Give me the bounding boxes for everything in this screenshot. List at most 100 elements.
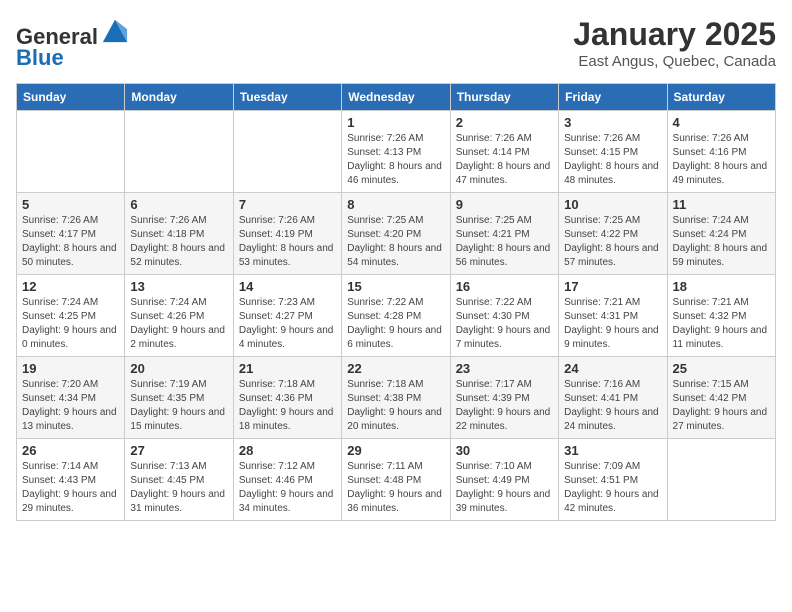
weekday-header: Thursday <box>450 84 558 111</box>
calendar-cell: 26Sunrise: 7:14 AM Sunset: 4:43 PM Dayli… <box>17 439 125 521</box>
day-number: 17 <box>564 279 661 294</box>
logo: General Blue <box>16 16 129 71</box>
weekday-header: Monday <box>125 84 233 111</box>
day-detail: Sunrise: 7:22 AM Sunset: 4:30 PM Dayligh… <box>456 296 553 352</box>
day-number: 28 <box>239 443 336 458</box>
day-detail: Sunrise: 7:15 AM Sunset: 4:42 PM Dayligh… <box>673 378 770 434</box>
day-number: 4 <box>673 115 770 130</box>
day-number: 8 <box>347 197 444 212</box>
day-detail: Sunrise: 7:23 AM Sunset: 4:27 PM Dayligh… <box>239 296 336 352</box>
calendar-cell: 12 Sunrise: 7:24 AM Sunset: 4:25 PM Dayli… <box>17 275 125 357</box>
page-title: January 2025 <box>573 16 776 53</box>
calendar-week-row: 12 Sunrise: 7:24 AM Sunset: 4:25 PM Dayli… <box>17 275 776 357</box>
day-number: 12 <box>22 279 119 294</box>
weekday-header: Saturday <box>667 84 775 111</box>
calendar-cell <box>667 439 775 521</box>
title-block: January 2025 East Angus, Quebec, Canada <box>573 16 776 70</box>
calendar-cell: 30Sunrise: 7:10 AM Sunset: 4:49 PM Dayli… <box>450 439 558 521</box>
day-number: 15 <box>347 279 444 294</box>
day-number: 7 <box>239 197 336 212</box>
calendar-table: SundayMondayTuesdayWednesdayThursdayFrid… <box>16 83 776 521</box>
day-number: 13 <box>130 279 227 294</box>
day-detail: Sunrise: 7:21 AM Sunset: 4:32 PM Dayligh… <box>673 296 770 352</box>
calendar-cell: 27Sunrise: 7:13 AM Sunset: 4:45 PM Dayli… <box>125 439 233 521</box>
day-number: 3 <box>564 115 661 130</box>
weekday-header: Wednesday <box>342 84 450 111</box>
day-detail: Sunrise: 7:19 AM Sunset: 4:35 PM Dayligh… <box>130 378 227 434</box>
weekday-header: Sunday <box>17 84 125 111</box>
day-number: 20 <box>130 361 227 376</box>
calendar-week-row: 1Sunrise: 7:26 AM Sunset: 4:13 PM Daylig… <box>17 111 776 193</box>
calendar-cell <box>233 111 341 193</box>
calendar-cell: 14 Sunrise: 7:23 AM Sunset: 4:27 PM Dayli… <box>233 275 341 357</box>
calendar-cell: 9Sunrise: 7:25 AM Sunset: 4:21 PM Daylig… <box>450 193 558 275</box>
day-detail: Sunrise: 7:26 AM Sunset: 4:19 PM Dayligh… <box>239 214 336 270</box>
calendar-cell: 22 Sunrise: 7:18 AM Sunset: 4:38 PM Dayli… <box>342 357 450 439</box>
calendar-week-row: 5 Sunrise: 7:26 AM Sunset: 4:17 PM Daylig… <box>17 193 776 275</box>
day-number: 22 <box>347 361 444 376</box>
calendar-cell: 18Sunrise: 7:21 AM Sunset: 4:32 PM Dayli… <box>667 275 775 357</box>
day-detail: Sunrise: 7:12 AM Sunset: 4:46 PM Dayligh… <box>239 460 336 516</box>
day-number: 10 <box>564 197 661 212</box>
day-detail: Sunrise: 7:13 AM Sunset: 4:45 PM Dayligh… <box>130 460 227 516</box>
day-number: 30 <box>456 443 553 458</box>
calendar-cell: 4 Sunrise: 7:26 AM Sunset: 4:16 PM Daylig… <box>667 111 775 193</box>
calendar-cell <box>17 111 125 193</box>
calendar-cell: 31Sunrise: 7:09 AM Sunset: 4:51 PM Dayli… <box>559 439 667 521</box>
day-number: 1 <box>347 115 444 130</box>
page-header: General Blue January 2025 East Angus, Qu… <box>16 16 776 71</box>
day-detail: Sunrise: 7:26 AM Sunset: 4:14 PM Dayligh… <box>456 132 553 188</box>
day-detail: Sunrise: 7:26 AM Sunset: 4:15 PM Dayligh… <box>564 132 661 188</box>
calendar-cell: 29 Sunrise: 7:11 AM Sunset: 4:48 PM Dayli… <box>342 439 450 521</box>
calendar-cell: 10 Sunrise: 7:25 AM Sunset: 4:22 PM Dayli… <box>559 193 667 275</box>
calendar-cell: 19 Sunrise: 7:20 AM Sunset: 4:34 PM Dayli… <box>17 357 125 439</box>
day-number: 19 <box>22 361 119 376</box>
calendar-week-row: 19 Sunrise: 7:20 AM Sunset: 4:34 PM Dayli… <box>17 357 776 439</box>
weekday-header: Friday <box>559 84 667 111</box>
day-detail: Sunrise: 7:25 AM Sunset: 4:22 PM Dayligh… <box>564 214 661 270</box>
day-detail: Sunrise: 7:22 AM Sunset: 4:28 PM Dayligh… <box>347 296 444 352</box>
logo-icon <box>101 16 129 44</box>
calendar-cell: 28 Sunrise: 7:12 AM Sunset: 4:46 PM Dayli… <box>233 439 341 521</box>
calendar-cell: 21Sunrise: 7:18 AM Sunset: 4:36 PM Dayli… <box>233 357 341 439</box>
weekday-header: Tuesday <box>233 84 341 111</box>
day-number: 31 <box>564 443 661 458</box>
calendar-cell: 20 Sunrise: 7:19 AM Sunset: 4:35 PM Dayli… <box>125 357 233 439</box>
day-detail: Sunrise: 7:24 AM Sunset: 4:24 PM Dayligh… <box>673 214 770 270</box>
calendar-cell: 23Sunrise: 7:17 AM Sunset: 4:39 PM Dayli… <box>450 357 558 439</box>
calendar-cell: 8Sunrise: 7:25 AM Sunset: 4:20 PM Daylig… <box>342 193 450 275</box>
day-detail: Sunrise: 7:21 AM Sunset: 4:31 PM Dayligh… <box>564 296 661 352</box>
day-detail: Sunrise: 7:20 AM Sunset: 4:34 PM Dayligh… <box>22 378 119 434</box>
day-number: 29 <box>347 443 444 458</box>
day-number: 6 <box>130 197 227 212</box>
day-number: 2 <box>456 115 553 130</box>
calendar-cell: 5 Sunrise: 7:26 AM Sunset: 4:17 PM Daylig… <box>17 193 125 275</box>
day-detail: Sunrise: 7:24 AM Sunset: 4:25 PM Dayligh… <box>22 296 119 352</box>
day-detail: Sunrise: 7:17 AM Sunset: 4:39 PM Dayligh… <box>456 378 553 434</box>
day-number: 9 <box>456 197 553 212</box>
day-detail: Sunrise: 7:26 AM Sunset: 4:16 PM Dayligh… <box>673 132 770 188</box>
calendar-cell: 7 Sunrise: 7:26 AM Sunset: 4:19 PM Daylig… <box>233 193 341 275</box>
calendar-cell: 1Sunrise: 7:26 AM Sunset: 4:13 PM Daylig… <box>342 111 450 193</box>
calendar-cell <box>125 111 233 193</box>
calendar-cell: 13 Sunrise: 7:24 AM Sunset: 4:26 PM Dayli… <box>125 275 233 357</box>
day-number: 24 <box>564 361 661 376</box>
calendar-cell: 2 Sunrise: 7:26 AM Sunset: 4:14 PM Daylig… <box>450 111 558 193</box>
day-number: 11 <box>673 197 770 212</box>
calendar-cell: 6 Sunrise: 7:26 AM Sunset: 4:18 PM Daylig… <box>125 193 233 275</box>
day-number: 16 <box>456 279 553 294</box>
calendar-cell: 11 Sunrise: 7:24 AM Sunset: 4:24 PM Dayli… <box>667 193 775 275</box>
day-detail: Sunrise: 7:26 AM Sunset: 4:17 PM Dayligh… <box>22 214 119 270</box>
day-detail: Sunrise: 7:16 AM Sunset: 4:41 PM Dayligh… <box>564 378 661 434</box>
weekday-header-row: SundayMondayTuesdayWednesdayThursdayFrid… <box>17 84 776 111</box>
calendar-week-row: 26Sunrise: 7:14 AM Sunset: 4:43 PM Dayli… <box>17 439 776 521</box>
day-detail: Sunrise: 7:24 AM Sunset: 4:26 PM Dayligh… <box>130 296 227 352</box>
calendar-cell: 3 Sunrise: 7:26 AM Sunset: 4:15 PM Daylig… <box>559 111 667 193</box>
day-number: 5 <box>22 197 119 212</box>
calendar-cell: 24 Sunrise: 7:16 AM Sunset: 4:41 PM Dayli… <box>559 357 667 439</box>
day-detail: Sunrise: 7:18 AM Sunset: 4:38 PM Dayligh… <box>347 378 444 434</box>
page-subtitle: East Angus, Quebec, Canada <box>573 53 776 70</box>
day-number: 14 <box>239 279 336 294</box>
day-detail: Sunrise: 7:26 AM Sunset: 4:18 PM Dayligh… <box>130 214 227 270</box>
day-detail: Sunrise: 7:11 AM Sunset: 4:48 PM Dayligh… <box>347 460 444 516</box>
